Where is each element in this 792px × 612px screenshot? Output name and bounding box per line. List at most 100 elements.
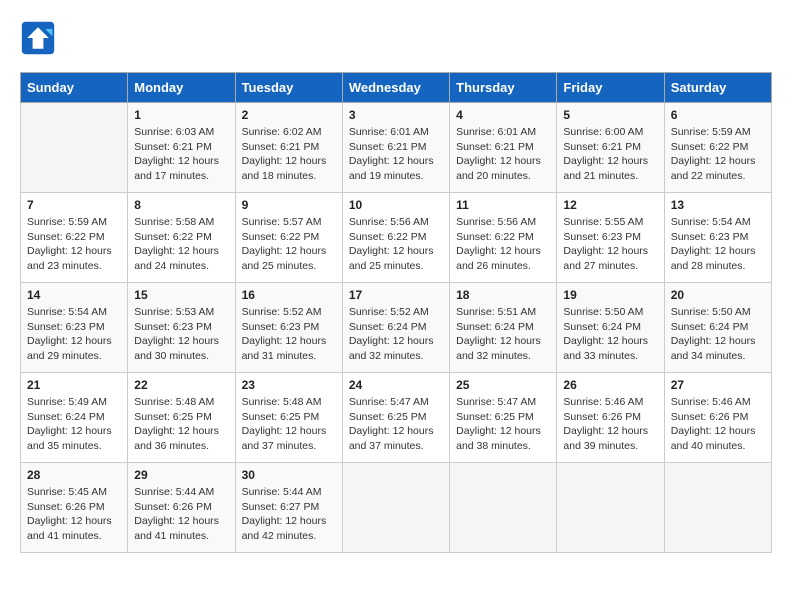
day-info: Sunrise: 5:46 AM Sunset: 6:26 PM Dayligh…: [563, 395, 657, 454]
day-info: Sunrise: 5:56 AM Sunset: 6:22 PM Dayligh…: [349, 215, 443, 274]
day-info: Sunrise: 5:44 AM Sunset: 6:26 PM Dayligh…: [134, 485, 228, 544]
calendar-cell: 1 Sunrise: 6:03 AM Sunset: 6:21 PM Daylig…: [128, 103, 235, 193]
day-number: 19: [563, 288, 657, 302]
calendar-cell: 28 Sunrise: 5:45 AM Sunset: 6:26 PM Dayli…: [21, 463, 128, 553]
weekday-header-wednesday: Wednesday: [342, 73, 449, 103]
calendar-cell: 14 Sunrise: 5:54 AM Sunset: 6:23 PM Dayli…: [21, 283, 128, 373]
day-info: Sunrise: 5:58 AM Sunset: 6:22 PM Dayligh…: [134, 215, 228, 274]
calendar-cell: 7 Sunrise: 5:59 AM Sunset: 6:22 PM Daylig…: [21, 193, 128, 283]
day-number: 28: [27, 468, 121, 482]
day-info: Sunrise: 5:56 AM Sunset: 6:22 PM Dayligh…: [456, 215, 550, 274]
day-info: Sunrise: 5:55 AM Sunset: 6:23 PM Dayligh…: [563, 215, 657, 274]
week-row-1: 1 Sunrise: 6:03 AM Sunset: 6:21 PM Daylig…: [21, 103, 772, 193]
day-number: 6: [671, 108, 765, 122]
day-number: 14: [27, 288, 121, 302]
logo: [20, 20, 60, 56]
calendar-cell: 3 Sunrise: 6:01 AM Sunset: 6:21 PM Daylig…: [342, 103, 449, 193]
day-number: 7: [27, 198, 121, 212]
day-info: Sunrise: 5:50 AM Sunset: 6:24 PM Dayligh…: [671, 305, 765, 364]
day-number: 16: [242, 288, 336, 302]
day-number: 9: [242, 198, 336, 212]
day-number: 2: [242, 108, 336, 122]
calendar-cell: 17Sunrise: 5:52 AM Sunset: 6:24 PM Dayli…: [342, 283, 449, 373]
weekday-header-tuesday: Tuesday: [235, 73, 342, 103]
weekday-header-sunday: Sunday: [21, 73, 128, 103]
calendar-table: SundayMondayTuesdayWednesdayThursdayFrid…: [20, 72, 772, 553]
calendar-cell: 12 Sunrise: 5:55 AM Sunset: 6:23 PM Dayli…: [557, 193, 664, 283]
calendar-cell: [21, 103, 128, 193]
day-number: 3: [349, 108, 443, 122]
day-number: 4: [456, 108, 550, 122]
day-number: 24: [349, 378, 443, 392]
day-info: Sunrise: 5:48 AM Sunset: 6:25 PM Dayligh…: [134, 395, 228, 454]
calendar-cell: 20Sunrise: 5:50 AM Sunset: 6:24 PM Dayli…: [664, 283, 771, 373]
calendar-cell: 22 Sunrise: 5:48 AM Sunset: 6:25 PM Dayli…: [128, 373, 235, 463]
page-header: [20, 20, 772, 56]
week-row-5: 28 Sunrise: 5:45 AM Sunset: 6:26 PM Dayli…: [21, 463, 772, 553]
day-info: Sunrise: 6:03 AM Sunset: 6:21 PM Dayligh…: [134, 125, 228, 184]
day-info: Sunrise: 5:59 AM Sunset: 6:22 PM Dayligh…: [27, 215, 121, 274]
day-info: Sunrise: 5:51 AM Sunset: 6:24 PM Dayligh…: [456, 305, 550, 364]
calendar-cell: 24 Sunrise: 5:47 AM Sunset: 6:25 PM Dayli…: [342, 373, 449, 463]
calendar-cell: 2 Sunrise: 6:02 AM Sunset: 6:21 PM Daylig…: [235, 103, 342, 193]
weekday-header-monday: Monday: [128, 73, 235, 103]
calendar-cell: 27 Sunrise: 5:46 AM Sunset: 6:26 PM Dayli…: [664, 373, 771, 463]
day-info: Sunrise: 6:02 AM Sunset: 6:21 PM Dayligh…: [242, 125, 336, 184]
calendar-cell: [450, 463, 557, 553]
day-info: Sunrise: 5:50 AM Sunset: 6:24 PM Dayligh…: [563, 305, 657, 364]
day-number: 8: [134, 198, 228, 212]
day-number: 18: [456, 288, 550, 302]
day-number: 5: [563, 108, 657, 122]
day-number: 17: [349, 288, 443, 302]
day-info: Sunrise: 5:53 AM Sunset: 6:23 PM Dayligh…: [134, 305, 228, 364]
day-info: Sunrise: 5:45 AM Sunset: 6:26 PM Dayligh…: [27, 485, 121, 544]
day-number: 29: [134, 468, 228, 482]
calendar-cell: 13 Sunrise: 5:54 AM Sunset: 6:23 PM Dayli…: [664, 193, 771, 283]
day-number: 10: [349, 198, 443, 212]
weekday-header-friday: Friday: [557, 73, 664, 103]
calendar-cell: 10 Sunrise: 5:56 AM Sunset: 6:22 PM Dayli…: [342, 193, 449, 283]
day-info: Sunrise: 5:47 AM Sunset: 6:25 PM Dayligh…: [456, 395, 550, 454]
day-info: Sunrise: 5:54 AM Sunset: 6:23 PM Dayligh…: [27, 305, 121, 364]
calendar-cell: 16 Sunrise: 5:52 AM Sunset: 6:23 PM Dayli…: [235, 283, 342, 373]
calendar-cell: 11 Sunrise: 5:56 AM Sunset: 6:22 PM Dayli…: [450, 193, 557, 283]
weekday-header-saturday: Saturday: [664, 73, 771, 103]
calendar-cell: [664, 463, 771, 553]
day-info: Sunrise: 6:01 AM Sunset: 6:21 PM Dayligh…: [349, 125, 443, 184]
calendar-cell: 30 Sunrise: 5:44 AM Sunset: 6:27 PM Dayli…: [235, 463, 342, 553]
day-number: 11: [456, 198, 550, 212]
day-info: Sunrise: 5:47 AM Sunset: 6:25 PM Dayligh…: [349, 395, 443, 454]
calendar-cell: 21 Sunrise: 5:49 AM Sunset: 6:24 PM Dayli…: [21, 373, 128, 463]
week-row-2: 7 Sunrise: 5:59 AM Sunset: 6:22 PM Daylig…: [21, 193, 772, 283]
calendar-cell: 29 Sunrise: 5:44 AM Sunset: 6:26 PM Dayli…: [128, 463, 235, 553]
day-info: Sunrise: 5:54 AM Sunset: 6:23 PM Dayligh…: [671, 215, 765, 274]
day-number: 15: [134, 288, 228, 302]
calendar-cell: 6 Sunrise: 5:59 AM Sunset: 6:22 PM Daylig…: [664, 103, 771, 193]
calendar-cell: 4Sunrise: 6:01 AM Sunset: 6:21 PM Daylig…: [450, 103, 557, 193]
day-number: 22: [134, 378, 228, 392]
week-row-4: 21 Sunrise: 5:49 AM Sunset: 6:24 PM Dayli…: [21, 373, 772, 463]
calendar-cell: [342, 463, 449, 553]
day-number: 13: [671, 198, 765, 212]
day-number: 26: [563, 378, 657, 392]
day-number: 27: [671, 378, 765, 392]
weekday-header-thursday: Thursday: [450, 73, 557, 103]
day-number: 1: [134, 108, 228, 122]
calendar-cell: 18 Sunrise: 5:51 AM Sunset: 6:24 PM Dayli…: [450, 283, 557, 373]
day-info: Sunrise: 5:52 AM Sunset: 6:23 PM Dayligh…: [242, 305, 336, 364]
calendar-cell: 19 Sunrise: 5:50 AM Sunset: 6:24 PM Dayli…: [557, 283, 664, 373]
day-info: Sunrise: 5:59 AM Sunset: 6:22 PM Dayligh…: [671, 125, 765, 184]
calendar-cell: 25Sunrise: 5:47 AM Sunset: 6:25 PM Dayli…: [450, 373, 557, 463]
calendar-cell: 9 Sunrise: 5:57 AM Sunset: 6:22 PM Daylig…: [235, 193, 342, 283]
day-info: Sunrise: 6:00 AM Sunset: 6:21 PM Dayligh…: [563, 125, 657, 184]
calendar-cell: 8 Sunrise: 5:58 AM Sunset: 6:22 PM Daylig…: [128, 193, 235, 283]
day-number: 21: [27, 378, 121, 392]
day-info: Sunrise: 5:49 AM Sunset: 6:24 PM Dayligh…: [27, 395, 121, 454]
calendar-cell: 23Sunrise: 5:48 AM Sunset: 6:25 PM Dayli…: [235, 373, 342, 463]
day-info: Sunrise: 5:57 AM Sunset: 6:22 PM Dayligh…: [242, 215, 336, 274]
day-info: Sunrise: 5:44 AM Sunset: 6:27 PM Dayligh…: [242, 485, 336, 544]
calendar-cell: 5 Sunrise: 6:00 AM Sunset: 6:21 PM Daylig…: [557, 103, 664, 193]
day-number: 12: [563, 198, 657, 212]
day-number: 30: [242, 468, 336, 482]
day-info: Sunrise: 5:46 AM Sunset: 6:26 PM Dayligh…: [671, 395, 765, 454]
